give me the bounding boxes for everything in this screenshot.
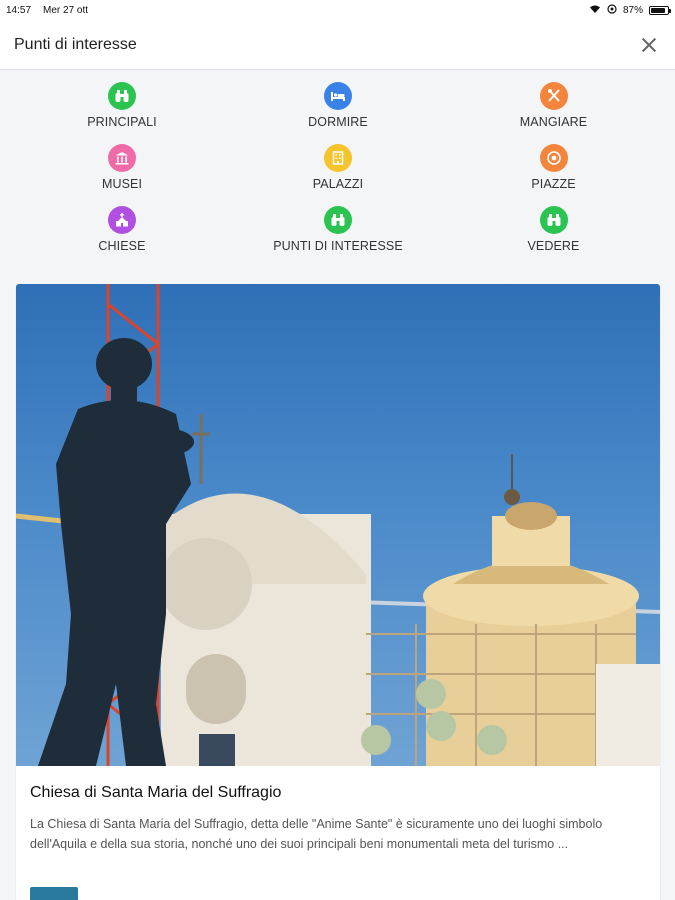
category-piazze[interactable]: PIAZZE bbox=[432, 144, 675, 197]
binoculars-icon bbox=[108, 82, 136, 110]
poi-card-image bbox=[16, 284, 660, 766]
page-title: Punti di interesse bbox=[14, 35, 137, 53]
wifi-icon bbox=[589, 4, 601, 17]
binoculars-icon bbox=[539, 206, 568, 234]
bed-icon bbox=[324, 82, 352, 110]
category-label: CHIESE bbox=[98, 239, 146, 253]
category-grid: PRINCIPALI DORMIRE MANGIARE MUSEI PALAZZ… bbox=[0, 82, 675, 259]
category-label: PUNTI DI INTERESSE bbox=[273, 239, 403, 253]
building-icon bbox=[324, 144, 352, 172]
category-label: MANGIARE bbox=[519, 115, 588, 129]
category-mangiare[interactable]: MANGIARE bbox=[432, 82, 675, 135]
category-punti-di-interesse[interactable]: PUNTI DI INTERESSE bbox=[244, 206, 432, 259]
battery-icon bbox=[649, 5, 671, 15]
utensils-icon bbox=[539, 82, 568, 110]
close-icon[interactable] bbox=[637, 33, 661, 57]
battery-percent: 87% bbox=[622, 4, 643, 16]
category-palazzi[interactable]: PALAZZI bbox=[244, 144, 432, 197]
poi-description: La Chiesa di Santa Maria del Suffragio, … bbox=[30, 817, 603, 851]
battery-level bbox=[651, 7, 665, 13]
target-icon bbox=[539, 144, 568, 172]
category-label: DORMIRE bbox=[308, 115, 368, 129]
museum-icon bbox=[108, 144, 136, 172]
poi-card[interactable]: Chiesa di Santa Maria del Suffragio La C… bbox=[16, 284, 660, 900]
status-left: 14:57 Mer 27 ott bbox=[6, 5, 88, 16]
poi-title: Chiesa di Santa Maria del Suffragio bbox=[30, 784, 282, 801]
header: Punti di interesse bbox=[0, 20, 675, 70]
category-label: PALAZZI bbox=[312, 177, 364, 191]
rotation-lock-icon bbox=[607, 3, 617, 17]
category-vedere[interactable]: VEDERE bbox=[432, 206, 675, 259]
status-time: 14:57 bbox=[6, 4, 32, 16]
category-label: VEDERE bbox=[527, 239, 580, 253]
category-musei[interactable]: MUSEI bbox=[0, 144, 244, 197]
status-date: Mer 27 ott bbox=[43, 4, 89, 16]
category-chiese[interactable]: CHIESE bbox=[0, 206, 244, 259]
category-label: MUSEI bbox=[101, 177, 143, 191]
read-more-button[interactable] bbox=[30, 887, 78, 900]
category-label: PIAZZE bbox=[531, 177, 576, 191]
status-right: 87% bbox=[589, 3, 671, 17]
church-photo-illustration bbox=[16, 284, 660, 766]
category-dormire[interactable]: DORMIRE bbox=[244, 82, 432, 135]
category-label: PRINCIPALI bbox=[87, 115, 157, 129]
binoculars-icon bbox=[324, 206, 352, 234]
category-principali[interactable]: PRINCIPALI bbox=[0, 82, 244, 135]
church-icon bbox=[108, 206, 136, 234]
status-bar: 14:57 Mer 27 ott 87% bbox=[0, 0, 675, 20]
